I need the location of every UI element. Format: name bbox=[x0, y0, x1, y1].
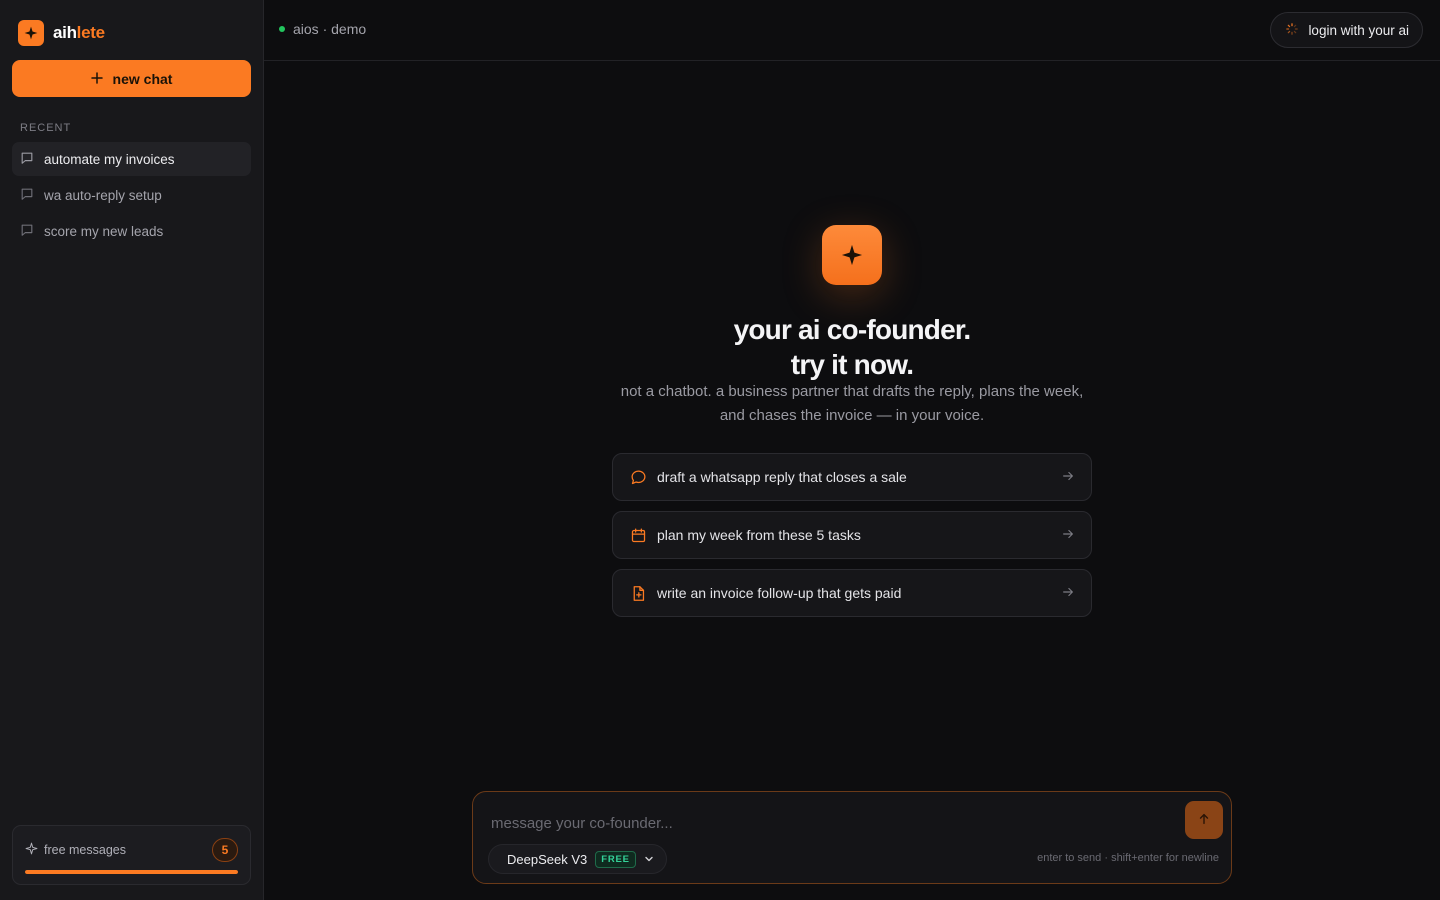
brand-name-part1: aih bbox=[53, 23, 77, 42]
login-label: login with your ai bbox=[1308, 22, 1409, 38]
recent-item[interactable]: wa auto-reply setup bbox=[12, 178, 251, 212]
recent-list: automate my invoices wa auto-reply setup… bbox=[12, 142, 251, 250]
suggestion-label: draft a whatsapp reply that closes a sal… bbox=[657, 469, 907, 485]
free-badge: FREE bbox=[595, 850, 636, 868]
status-dot bbox=[279, 26, 285, 32]
composer: DeepSeek V3 FREE enter to send · shift+e… bbox=[472, 791, 1232, 884]
message-input[interactable] bbox=[491, 812, 1171, 834]
recent-item[interactable]: score my new leads bbox=[12, 214, 251, 248]
login-button[interactable]: login with your ai bbox=[1270, 12, 1423, 48]
model-selector[interactable]: DeepSeek V3 FREE bbox=[488, 844, 667, 874]
recent-item-label: automate my invoices bbox=[44, 151, 175, 167]
file-plus-icon bbox=[629, 584, 647, 602]
arrow-right-icon bbox=[1061, 469, 1075, 486]
recent-item[interactable]: automate my invoices bbox=[12, 142, 251, 176]
suggestion-card[interactable]: draft a whatsapp reply that closes a sal… bbox=[612, 453, 1092, 501]
chevron-down-icon bbox=[644, 852, 654, 867]
free-messages-panel: free messages 5 bbox=[12, 825, 251, 885]
spinner-icon bbox=[1286, 22, 1299, 38]
brand-name-part2: lete bbox=[76, 23, 105, 42]
sparkle-outline-icon bbox=[25, 842, 38, 858]
free-messages-progress-fill bbox=[25, 870, 238, 874]
brand-name: aihlete bbox=[53, 23, 105, 43]
arrow-right-icon bbox=[1061, 527, 1075, 544]
status-indicator: aios · demo bbox=[279, 21, 366, 37]
arrow-up-icon bbox=[1197, 812, 1211, 829]
free-messages-label: free messages bbox=[44, 843, 126, 857]
recent-item-label: score my new leads bbox=[44, 223, 164, 239]
model-name: DeepSeek V3 bbox=[507, 851, 588, 867]
hero-title-line2: try it now. bbox=[790, 349, 914, 380]
suggestion-label: plan my week from these 5 tasks bbox=[657, 527, 861, 543]
recent-heading: RECENT bbox=[20, 122, 72, 134]
brand[interactable]: aihlete bbox=[18, 20, 105, 46]
new-chat-button[interactable]: new chat bbox=[12, 60, 251, 97]
suggestion-card[interactable]: write an invoice follow-up that gets pai… bbox=[612, 569, 1092, 617]
suggestion-list: draft a whatsapp reply that closes a sal… bbox=[612, 453, 1092, 627]
chat-bubble-icon bbox=[20, 223, 34, 240]
hero-sparkle-icon bbox=[822, 225, 882, 285]
plus-icon bbox=[90, 71, 103, 87]
recent-item-label: wa auto-reply setup bbox=[44, 187, 162, 203]
message-icon bbox=[629, 468, 647, 486]
free-messages-count: 5 bbox=[212, 838, 238, 862]
topbar: aios · demo login with your ai bbox=[264, 0, 1440, 61]
sidebar: aihlete new chat RECENT automate my invo… bbox=[0, 0, 264, 900]
hero-title-line1: your ai co-founder. bbox=[733, 314, 972, 345]
new-chat-label: new chat bbox=[112, 70, 173, 87]
chat-bubble-icon bbox=[20, 151, 34, 168]
calendar-icon bbox=[629, 526, 647, 544]
suggestion-label: write an invoice follow-up that gets pai… bbox=[657, 585, 902, 601]
status-text: aios · demo bbox=[293, 21, 367, 37]
send-button[interactable] bbox=[1185, 801, 1223, 839]
chat-bubble-icon bbox=[20, 187, 34, 204]
suggestion-card[interactable]: plan my week from these 5 tasks bbox=[612, 511, 1092, 559]
composer-hint: enter to send · shift+enter for newline bbox=[1037, 852, 1219, 864]
hero-title: your ai co-founder. try it now. bbox=[564, 312, 1140, 382]
free-messages-progress bbox=[25, 870, 238, 874]
hero-subtitle: not a chatbot. a business partner that d… bbox=[620, 383, 1084, 424]
arrow-right-icon bbox=[1061, 585, 1075, 602]
sparkle-icon bbox=[18, 20, 44, 46]
